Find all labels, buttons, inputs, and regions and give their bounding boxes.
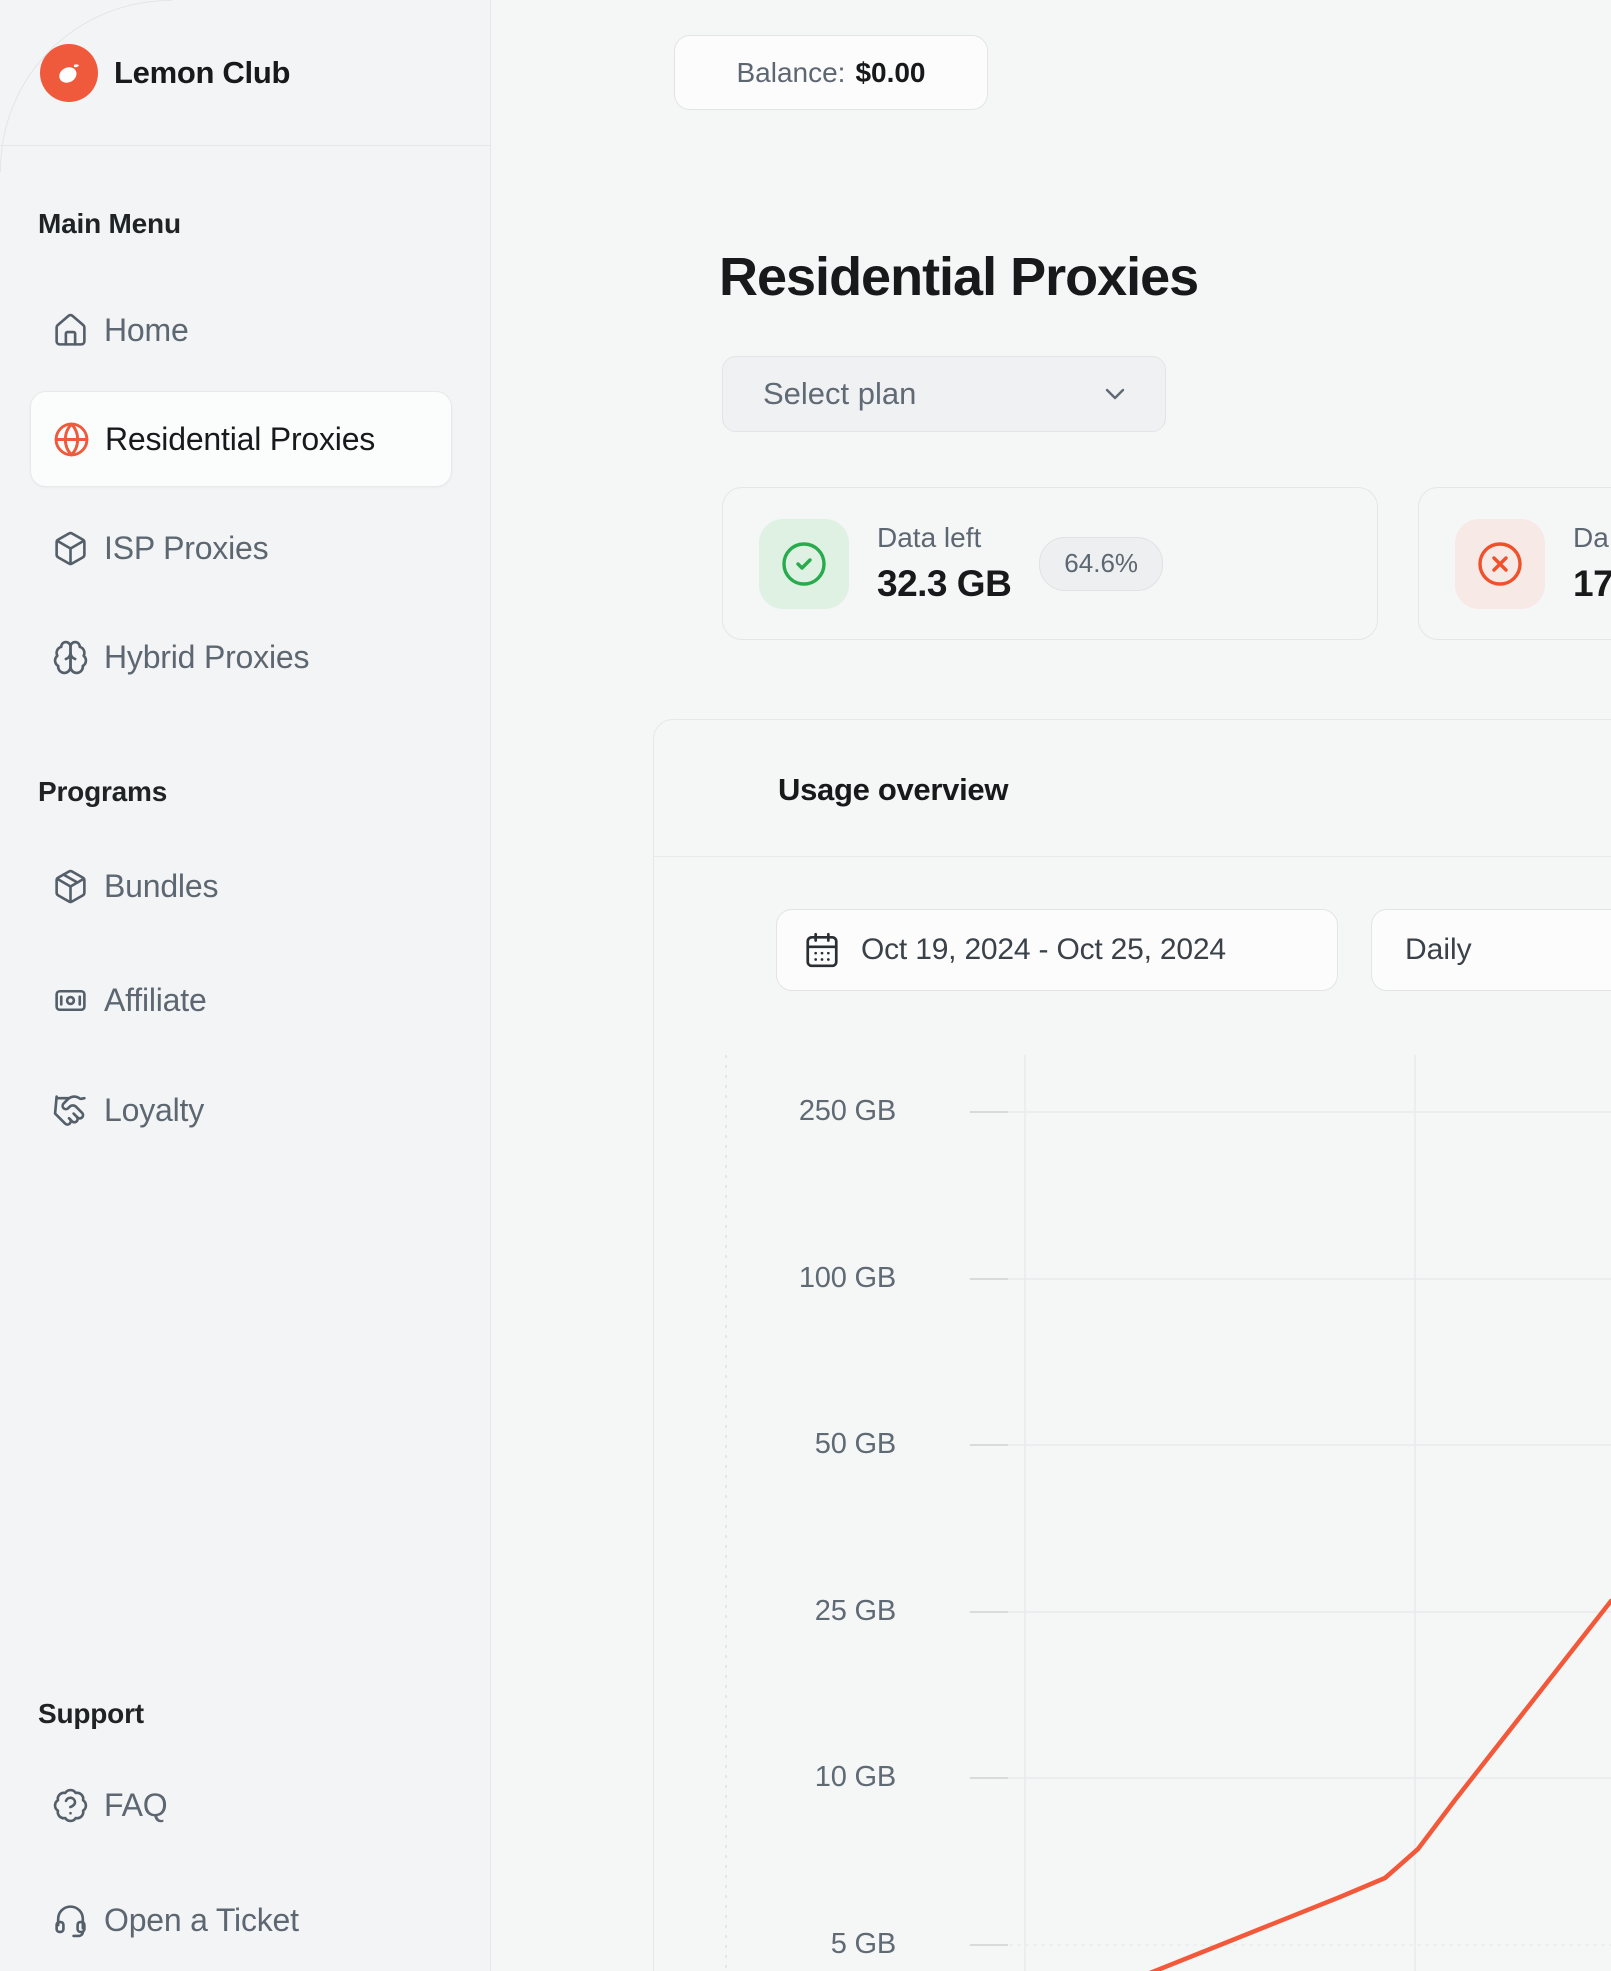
sidebar-item-faq[interactable]: FAQ: [30, 1757, 452, 1853]
sidebar-item-label: Home: [104, 312, 189, 349]
stat-card-data-used: Da 17: [1418, 487, 1611, 640]
balance-label: Balance:: [736, 57, 845, 89]
calendar-icon: [803, 931, 841, 969]
app-window: Lemon Club Main Menu Home Residential Pr…: [0, 0, 1611, 1971]
cube-icon: [52, 530, 89, 567]
sidebar-item-label: ISP Proxies: [104, 530, 268, 567]
plan-select[interactable]: Select plan: [722, 356, 1166, 432]
stat-text: Da 17: [1573, 522, 1611, 605]
sidebar-item-home[interactable]: Home: [30, 282, 452, 378]
stat-value: 17: [1573, 563, 1611, 605]
check-circle-icon: [759, 519, 849, 609]
sidebar-item-label: Open a Ticket: [104, 1902, 299, 1939]
sidebar-item-affiliate[interactable]: Affiliate: [30, 952, 452, 1048]
sidebar-item-bundles[interactable]: Bundles: [30, 838, 452, 934]
sidebar-item-isp-proxies[interactable]: ISP Proxies: [30, 500, 452, 596]
headset-icon: [52, 1902, 89, 1939]
sidebar-section-main-menu: Main Menu: [38, 208, 181, 240]
sidebar-item-label: Loyalty: [104, 1092, 204, 1129]
globe-icon: [53, 421, 90, 458]
stat-label: Da: [1573, 522, 1611, 554]
sidebar: Lemon Club Main Menu Home Residential Pr…: [0, 0, 491, 1971]
house-icon: [52, 312, 89, 349]
date-range-value: Oct 19, 2024 - Oct 25, 2024: [861, 933, 1226, 967]
sidebar-item-label: Hybrid Proxies: [104, 639, 309, 676]
page-title: Residential Proxies: [719, 246, 1198, 308]
badge-question-icon: [52, 1787, 89, 1824]
sidebar-item-label: FAQ: [104, 1787, 167, 1824]
panel-divider: [654, 856, 1611, 857]
sidebar-item-residential-proxies[interactable]: Residential Proxies: [30, 391, 452, 487]
date-range-picker[interactable]: Oct 19, 2024 - Oct 25, 2024: [776, 909, 1338, 991]
brand-name: Lemon Club: [114, 55, 290, 91]
banknote-icon: [52, 982, 89, 1019]
sidebar-item-hybrid-proxies[interactable]: Hybrid Proxies: [30, 609, 452, 705]
sidebar-item-label: Affiliate: [104, 982, 207, 1019]
sidebar-header: Lemon Club: [0, 0, 490, 146]
sidebar-item-label: Bundles: [104, 868, 218, 905]
sidebar-item-loyalty[interactable]: Loyalty: [30, 1062, 452, 1158]
sidebar-item-label: Residential Proxies: [105, 421, 375, 458]
stat-percent-badge: 64.6%: [1039, 537, 1163, 591]
balance-badge[interactable]: Balance: $0.00: [674, 35, 988, 110]
brain-icon: [52, 639, 89, 676]
stat-value: 32.3 GB: [877, 563, 1011, 605]
package-icon: [52, 868, 89, 905]
usage-overview-title: Usage overview: [778, 772, 1008, 808]
x-circle-icon: [1455, 519, 1545, 609]
usage-overview-panel: Usage overview Oct 19, 2024 - Oct 25, 20…: [653, 719, 1611, 1971]
plan-select-value: Select plan: [763, 376, 916, 412]
stat-card-data-left: Data left 32.3 GB 64.6%: [722, 487, 1378, 640]
stat-text: Data left 32.3 GB: [877, 522, 1011, 605]
sidebar-section-support: Support: [38, 1698, 144, 1730]
sidebar-item-open-a-ticket[interactable]: Open a Ticket: [30, 1872, 452, 1968]
balance-value: $0.00: [855, 57, 925, 89]
lemon-club-logo[interactable]: [40, 44, 98, 102]
chevron-down-icon: [1099, 378, 1131, 410]
stat-label: Data left: [877, 522, 1011, 554]
granularity-value: Daily: [1405, 933, 1472, 967]
lemon-icon: [52, 56, 86, 90]
sidebar-section-programs: Programs: [38, 776, 167, 808]
handshake-icon: [52, 1092, 89, 1129]
granularity-select[interactable]: Daily: [1371, 909, 1611, 991]
